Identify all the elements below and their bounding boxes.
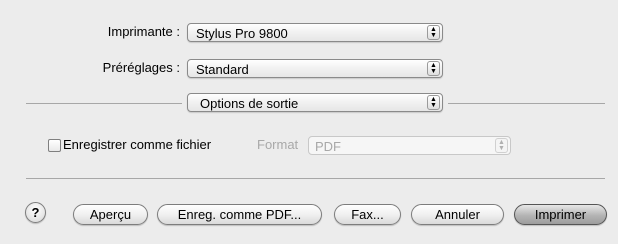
- save-to-file-checkbox[interactable]: [48, 139, 61, 152]
- presets-popup[interactable]: Standard ▲ ▼: [187, 59, 443, 78]
- fax-button[interactable]: Fax...: [334, 204, 401, 225]
- printer-value: Stylus Pro 9800: [196, 26, 288, 41]
- format-value: PDF: [315, 139, 341, 154]
- separator-line-right: [448, 103, 605, 104]
- save-as-pdf-button[interactable]: Enreg. comme PDF...: [157, 204, 322, 225]
- printer-popup[interactable]: Stylus Pro 9800 ▲ ▼: [187, 23, 443, 42]
- format-popup[interactable]: PDF ▲ ▼: [308, 136, 511, 155]
- bottom-separator: [26, 178, 605, 179]
- up-down-arrows-icon: ▲ ▼: [427, 61, 440, 76]
- preview-button[interactable]: Aperçu: [73, 204, 148, 225]
- separator-line-left: [26, 103, 182, 104]
- section-value: Options de sortie: [200, 96, 299, 111]
- format-label: Format: [257, 137, 299, 152]
- section-popup[interactable]: Options de sortie ▲ ▼: [187, 93, 443, 112]
- presets-value: Standard: [196, 62, 249, 77]
- cancel-button[interactable]: Annuler: [411, 204, 504, 225]
- up-down-arrows-icon: ▲ ▼: [427, 95, 440, 110]
- up-down-arrows-icon: ▲ ▼: [495, 138, 508, 153]
- print-button[interactable]: Imprimer: [514, 204, 607, 225]
- up-down-arrows-icon: ▲ ▼: [427, 25, 440, 40]
- printer-label: Imprimante :: [107, 24, 180, 39]
- help-button[interactable]: ?: [25, 202, 46, 223]
- presets-label: Préréglages :: [102, 60, 180, 75]
- save-to-file-label[interactable]: Enregistrer comme fichier: [63, 137, 211, 152]
